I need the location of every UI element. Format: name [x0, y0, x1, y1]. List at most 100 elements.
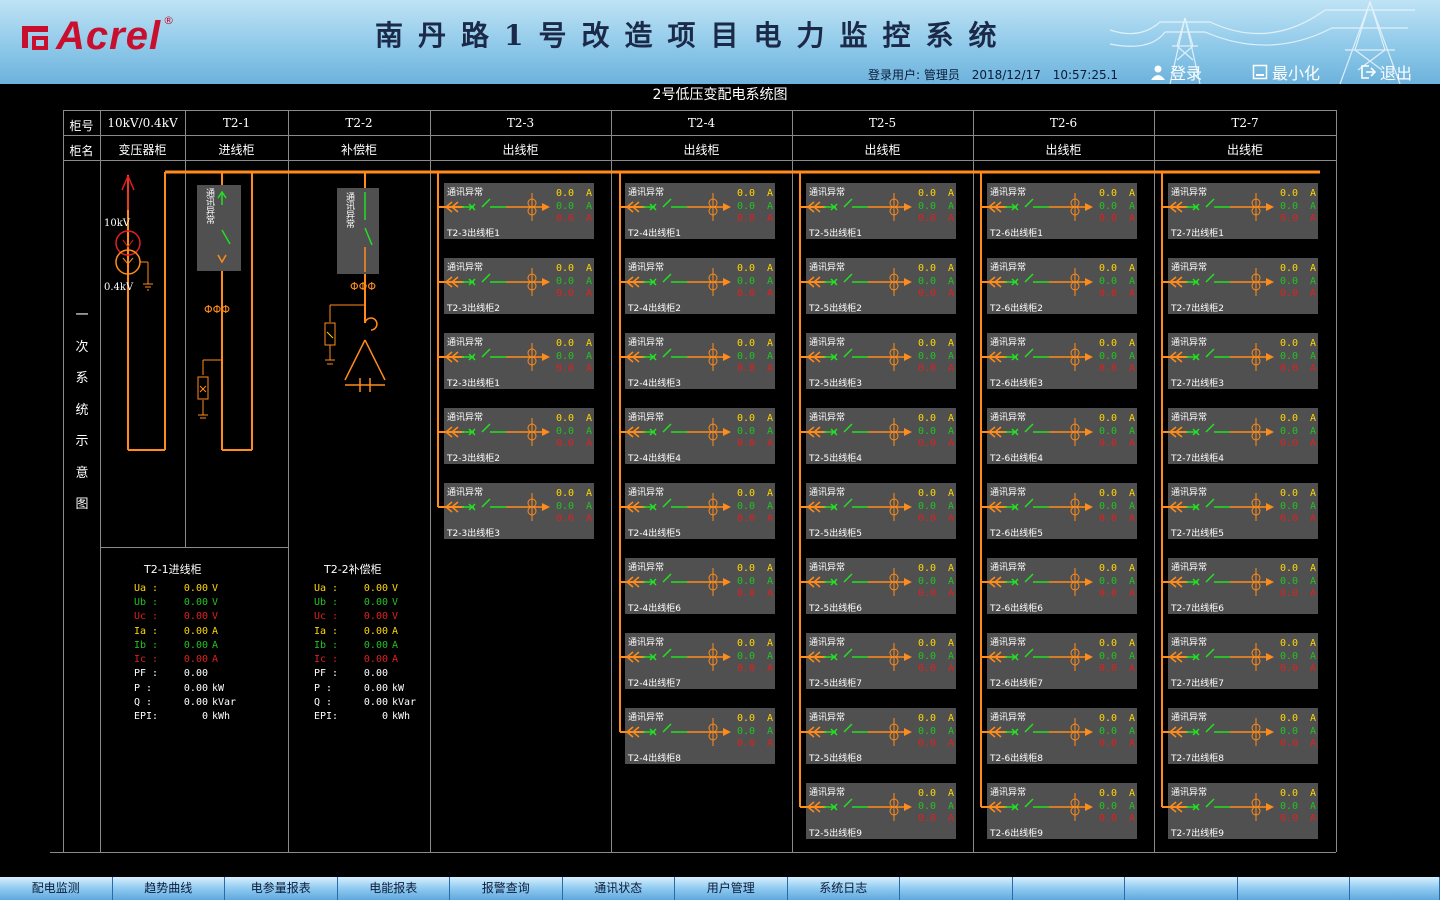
nav-tab[interactable]: 电参量报表 [225, 877, 338, 900]
measurement-value: 0.00 [363, 697, 388, 709]
exit-button[interactable]: 退出 [1360, 60, 1412, 84]
feeder-panel[interactable]: 通讯异常 T2-6出线柜3 0.0 A 0.0 A 0.0 A [987, 333, 1137, 389]
feeder-panel[interactable]: 通讯异常 T2-4出线柜3 0.0 A 0.0 A 0.0 A [625, 333, 775, 389]
feeder-current-unit: A [586, 500, 593, 512]
nav-tab[interactable]: 报警查询 [450, 877, 563, 900]
login-button[interactable]: 登录 [1150, 60, 1202, 84]
feeder-panel[interactable]: 通讯异常 T2-6出线柜1 0.0 A 0.0 A 0.0 A [987, 183, 1137, 239]
measurement-unit: kWh [212, 711, 231, 723]
feeder-panel[interactable]: 通讯异常 T2-5出线柜6 0.0 A 0.0 A 0.0 A [806, 558, 956, 614]
feeder-name: T2-3出线柜3 [447, 529, 500, 539]
feeder-panel[interactable]: 通讯异常 T2-6出线柜6 0.0 A 0.0 A 0.0 A [987, 558, 1137, 614]
measurement-value: 0.00 [183, 582, 208, 594]
feeder-current-value: 0.0 [555, 513, 574, 524]
feeder-panel[interactable]: 通讯异常 T2-3出线柜2 0.0 A 0.0 A 0.0 A [444, 408, 594, 464]
nav-tab-empty [1238, 877, 1350, 900]
side-label-char: 图 [75, 497, 89, 512]
minimize-label: 最小化 [1272, 64, 1321, 83]
feeder-panel[interactable]: 通讯异常 T2-5出线柜7 0.0 A 0.0 A 0.0 A [806, 633, 956, 689]
feeder-panel[interactable]: 通讯异常 T2-7出线柜1 0.0 A 0.0 A 0.0 A [1168, 183, 1318, 239]
feeder-panel[interactable]: 通讯异常 T2-5出线柜4 0.0 A 0.0 A 0.0 A [806, 408, 956, 464]
feeder-current-unit: A [948, 338, 955, 349]
feeder-panel[interactable]: 通讯异常 T2-6出线柜8 0.0 A 0.0 A 0.0 A [987, 708, 1137, 764]
nav-tab[interactable]: 用户管理 [675, 877, 788, 900]
measurement-unit: A [212, 654, 219, 666]
feeder-panel[interactable]: 通讯异常 T2-6出线柜2 0.0 A 0.0 A 0.0 A [987, 258, 1137, 314]
feeder-current-unit: A [1129, 488, 1136, 499]
feeder-current-value: 0.0 [1098, 425, 1117, 437]
cabinet-id: T2-1 [222, 116, 251, 130]
feeder-current-value: 0.0 [1279, 513, 1298, 524]
minimize-button[interactable]: 最小化 [1252, 60, 1320, 84]
feeder-comm-status: 通讯异常 [1171, 713, 1208, 723]
measurement-label: Ib : [134, 639, 159, 651]
feeder-current-value: 0.0 [1098, 263, 1117, 274]
feeder-panel[interactable]: 通讯异常 T2-5出线柜9 0.0 A 0.0 A 0.0 A [806, 783, 956, 839]
nav-tab[interactable]: 配电监测 [0, 877, 113, 900]
feeder-current-unit: A [1310, 575, 1317, 587]
cabinet-id: T2-3 [506, 116, 535, 130]
feeder-panel[interactable]: 通讯异常 T2-7出线柜8 0.0 A 0.0 A 0.0 A [1168, 708, 1318, 764]
measurement-label: Ua : [314, 582, 339, 594]
feeder-name: T2-6出线柜6 [990, 604, 1043, 614]
feeder-current-value: 0.0 [917, 800, 936, 812]
feeder-panel[interactable]: 通讯异常 T2-4出线柜6 0.0 A 0.0 A 0.0 A [625, 558, 775, 614]
feeder-panel[interactable]: 通讯异常 T2-7出线柜6 0.0 A 0.0 A 0.0 A [1168, 558, 1318, 614]
feeder-current-unit: A [767, 575, 774, 587]
measurement-label: Ic : [134, 654, 159, 666]
feeder-current-unit: A [767, 338, 774, 349]
feeder-current-value: 0.0 [736, 513, 755, 524]
feeder-panel[interactable]: 通讯异常 T2-7出线柜2 0.0 A 0.0 A 0.0 A [1168, 258, 1318, 314]
feeder-current-unit: A [948, 788, 955, 799]
feeder-panel[interactable]: 通讯异常 T2-6出线柜4 0.0 A 0.0 A 0.0 A [987, 408, 1137, 464]
feeder-panel[interactable]: 通讯异常 T2-4出线柜1 0.0 A 0.0 A 0.0 A [625, 183, 775, 239]
feeder-current-unit: A [1310, 788, 1317, 799]
feeder-panel[interactable]: 通讯异常 T2-4出线柜2 0.0 A 0.0 A 0.0 A [625, 258, 775, 314]
feeder-current-unit: A [767, 638, 774, 649]
feeder-panel[interactable]: 通讯异常 T2-7出线柜7 0.0 A 0.0 A 0.0 A [1168, 633, 1318, 689]
feeder-panel[interactable]: 通讯异常 T2-7出线柜9 0.0 A 0.0 A 0.0 A [1168, 783, 1318, 839]
cabinet-id: T2-7 [1231, 116, 1259, 130]
nav-tab[interactable]: 电能报表 [338, 877, 450, 900]
feeder-current-unit: A [767, 488, 774, 499]
feeder-panel[interactable]: 通讯异常 T2-4出线柜8 0.0 A 0.0 A 0.0 A [625, 708, 775, 764]
feeder-current-unit: A [1310, 188, 1317, 199]
feeder-current-value: 0.0 [1098, 488, 1117, 499]
feeder-panel[interactable]: 通讯异常 T2-7出线柜3 0.0 A 0.0 A 0.0 A [1168, 333, 1318, 389]
nav-tab[interactable]: 趋势曲线 [113, 877, 225, 900]
feeder-panel[interactable]: 通讯异常 T2-3出线柜1 0.0 A 0.0 A 0.0 A [444, 183, 594, 239]
feeder-current-unit: A [1310, 438, 1317, 449]
feeder-current-value: 0.0 [917, 213, 936, 224]
nav-tab[interactable]: 通讯状态 [563, 877, 675, 900]
feeder-current-value: 0.0 [1279, 588, 1298, 599]
feeder-panel[interactable]: 通讯异常 T2-5出线柜8 0.0 A 0.0 A 0.0 A [806, 708, 956, 764]
feeder-name: T2-3出线柜2 [447, 304, 500, 314]
feeder-panel[interactable]: 通讯异常 T2-3出线柜1 0.0 A 0.0 A 0.0 A [444, 333, 594, 389]
feeder-panel[interactable]: 通讯异常 T2-4出线柜4 0.0 A 0.0 A 0.0 A [625, 408, 775, 464]
feeder-current-unit: A [948, 363, 955, 374]
feeder-current-value: 0.0 [736, 500, 755, 512]
acrel-logo-icon [22, 25, 48, 50]
feeder-panel[interactable]: 通讯异常 T2-5出线柜5 0.0 A 0.0 A 0.0 A [806, 483, 956, 539]
feeder-current-value: 0.0 [1279, 438, 1298, 449]
feeder-panel[interactable]: 通讯异常 T2-7出线柜4 0.0 A 0.0 A 0.0 A [1168, 408, 1318, 464]
measurement-value: 0 [201, 711, 208, 723]
feeder-panel[interactable]: 通讯异常 T2-5出线柜3 0.0 A 0.0 A 0.0 A [806, 333, 956, 389]
feeder-panel[interactable]: 通讯异常 T2-3出线柜3 0.0 A 0.0 A 0.0 A [444, 483, 594, 539]
feeder-panel[interactable]: 通讯异常 T2-3出线柜2 0.0 A 0.0 A 0.0 A [444, 258, 594, 314]
feeder-panel[interactable]: 通讯异常 T2-6出线柜9 0.0 A 0.0 A 0.0 A [987, 783, 1137, 839]
feeder-panel[interactable]: 通讯异常 T2-7出线柜5 0.0 A 0.0 A 0.0 A [1168, 483, 1318, 539]
feeder-panel[interactable]: 通讯异常 T2-4出线柜7 0.0 A 0.0 A 0.0 A [625, 633, 775, 689]
feeder-panel[interactable]: 通讯异常 T2-4出线柜5 0.0 A 0.0 A 0.0 A [625, 483, 775, 539]
nav-tab[interactable]: 系统日志 [788, 877, 900, 900]
feeder-current-value: 0.0 [555, 288, 574, 299]
feeder-panel[interactable]: 通讯异常 T2-5出线柜1 0.0 A 0.0 A 0.0 A [806, 183, 956, 239]
grid-vline [792, 110, 793, 852]
feeder-panel[interactable]: 通讯异常 T2-6出线柜5 0.0 A 0.0 A 0.0 A [987, 483, 1137, 539]
feeder-current-value: 0.0 [555, 188, 574, 199]
feeder-name: T2-6出线柜4 [990, 454, 1043, 464]
measurement-row: Ib : 0.00 A [314, 638, 416, 652]
feeder-panel[interactable]: 通讯异常 T2-5出线柜2 0.0 A 0.0 A 0.0 A [806, 258, 956, 314]
feeder-panel[interactable]: 通讯异常 T2-6出线柜7 0.0 A 0.0 A 0.0 A [987, 633, 1137, 689]
feeder-current-unit: A [586, 488, 593, 499]
